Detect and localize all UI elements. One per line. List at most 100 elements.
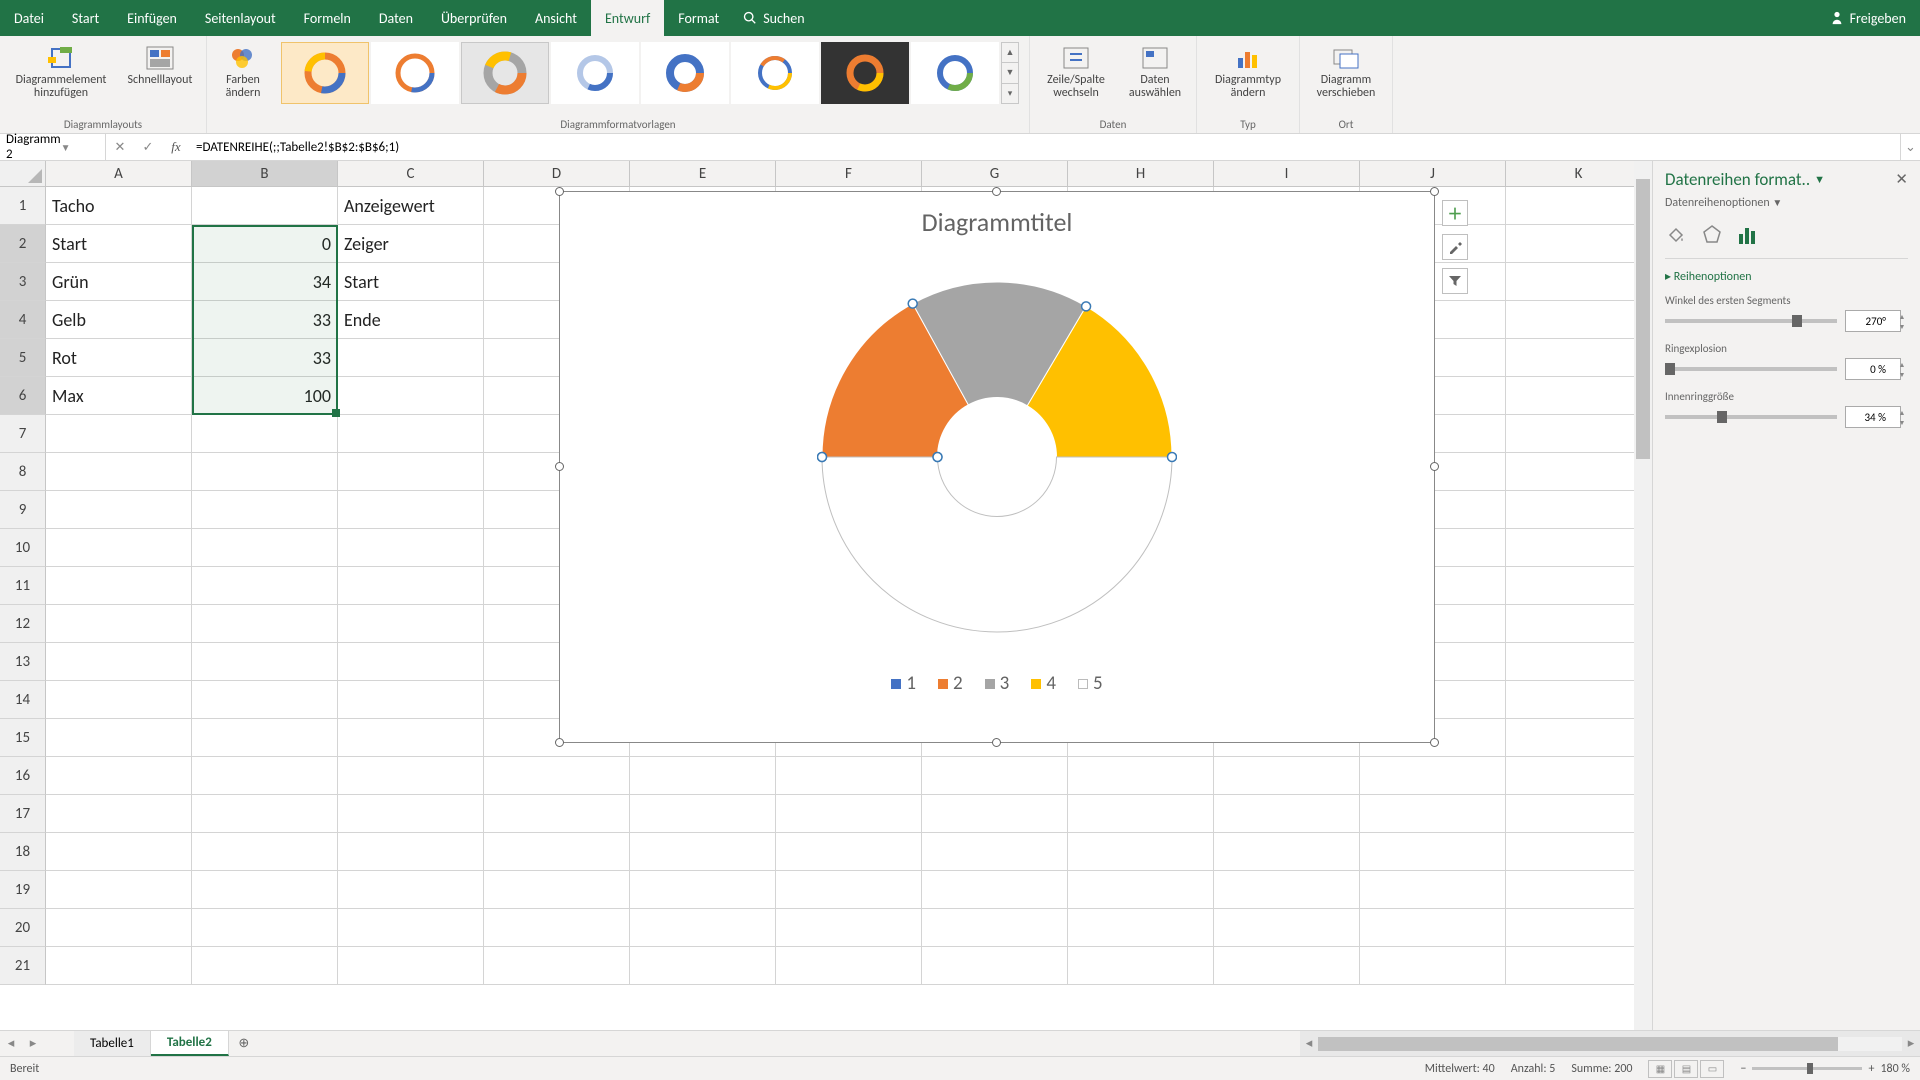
select-data-button[interactable]: Daten auswählen xyxy=(1120,38,1190,110)
cell-A21[interactable] xyxy=(46,947,192,985)
resize-handle[interactable] xyxy=(1430,738,1439,747)
effects-tab[interactable] xyxy=(1701,224,1723,246)
cell-K8[interactable] xyxy=(1506,453,1652,491)
cell-C6[interactable] xyxy=(338,377,484,415)
cell-B16[interactable] xyxy=(192,757,338,795)
add-chart-element-button[interactable]: Diagrammelement hinzufügen xyxy=(6,38,116,110)
cell-B10[interactable] xyxy=(192,529,338,567)
change-chart-type-button[interactable]: Diagrammtyp ändern xyxy=(1203,38,1293,110)
cell-D21[interactable] xyxy=(484,947,630,985)
cell-I20[interactable] xyxy=(1214,909,1360,947)
cell-F20[interactable] xyxy=(776,909,922,947)
cell-K17[interactable] xyxy=(1506,795,1652,833)
fill-line-tab[interactable] xyxy=(1665,224,1687,246)
cell-C15[interactable] xyxy=(338,719,484,757)
enter-formula-button[interactable]: ✓ xyxy=(134,134,162,160)
close-pane-button[interactable]: ✕ xyxy=(1895,170,1908,189)
cell-A17[interactable] xyxy=(46,795,192,833)
sheet-nav-first[interactable]: ◂ xyxy=(0,1031,22,1056)
cell-B12[interactable] xyxy=(192,605,338,643)
cell-I16[interactable] xyxy=(1214,757,1360,795)
cell-A18[interactable] xyxy=(46,833,192,871)
chart-object[interactable]: Diagrammtitel 12345 ＋ xyxy=(559,191,1435,743)
resize-handle[interactable] xyxy=(1430,187,1439,196)
series-options-tab[interactable] xyxy=(1737,224,1759,246)
col-head-A[interactable]: A xyxy=(46,161,192,187)
cell-D18[interactable] xyxy=(484,833,630,871)
worksheet-area[interactable]: ABCDEFGHIJK 1234567891011121314151617181… xyxy=(0,161,1652,1030)
zoom-out-button[interactable]: − xyxy=(1740,1062,1746,1076)
cell-A7[interactable] xyxy=(46,415,192,453)
hole-size-input[interactable] xyxy=(1845,406,1901,428)
row-head-21[interactable]: 21 xyxy=(0,947,46,985)
doughnut-chart[interactable] xyxy=(817,277,1177,637)
row-head-3[interactable]: 3 xyxy=(0,263,46,301)
cell-C8[interactable] xyxy=(338,453,484,491)
switch-row-col-button[interactable]: Zeile/Spalte wechseln xyxy=(1036,38,1116,110)
cell-C10[interactable] xyxy=(338,529,484,567)
cell-J17[interactable] xyxy=(1360,795,1506,833)
cell-B18[interactable] xyxy=(192,833,338,871)
cell-A10[interactable] xyxy=(46,529,192,567)
cell-G18[interactable] xyxy=(922,833,1068,871)
cell-C19[interactable] xyxy=(338,871,484,909)
cell-D19[interactable] xyxy=(484,871,630,909)
cell-D20[interactable] xyxy=(484,909,630,947)
cell-A6[interactable]: Max xyxy=(46,377,192,415)
row-head-17[interactable]: 17 xyxy=(0,795,46,833)
cell-G17[interactable] xyxy=(922,795,1068,833)
cell-I17[interactable] xyxy=(1214,795,1360,833)
series-options-section[interactable]: ▸ Reihenoptionen xyxy=(1665,259,1908,290)
cell-B8[interactable] xyxy=(192,453,338,491)
horizontal-scrollbar[interactable]: ◂▸ xyxy=(1300,1031,1920,1056)
cell-K6[interactable] xyxy=(1506,377,1652,415)
style-thumb-3[interactable] xyxy=(461,42,549,104)
chart-styles-button[interactable] xyxy=(1442,234,1468,260)
cell-F18[interactable] xyxy=(776,833,922,871)
cell-B4[interactable]: 33 xyxy=(192,301,338,339)
cell-K9[interactable] xyxy=(1506,491,1652,529)
row-head-4[interactable]: 4 xyxy=(0,301,46,339)
cell-E20[interactable] xyxy=(630,909,776,947)
row-head-11[interactable]: 11 xyxy=(0,567,46,605)
select-all-corner[interactable] xyxy=(0,161,46,187)
cell-H20[interactable] xyxy=(1068,909,1214,947)
cell-D16[interactable] xyxy=(484,757,630,795)
col-head-J[interactable]: J xyxy=(1360,161,1506,187)
cell-H18[interactable] xyxy=(1068,833,1214,871)
zoom-in-button[interactable]: + xyxy=(1868,1062,1874,1076)
cell-K12[interactable] xyxy=(1506,605,1652,643)
cell-K2[interactable] xyxy=(1506,225,1652,263)
cell-G19[interactable] xyxy=(922,871,1068,909)
cell-K21[interactable] xyxy=(1506,947,1652,985)
row-head-18[interactable]: 18 xyxy=(0,833,46,871)
resize-handle[interactable] xyxy=(992,738,1001,747)
col-head-F[interactable]: F xyxy=(776,161,922,187)
row-head-15[interactable]: 15 xyxy=(0,719,46,757)
cell-C11[interactable] xyxy=(338,567,484,605)
cell-I19[interactable] xyxy=(1214,871,1360,909)
chart-plot-area[interactable] xyxy=(560,242,1434,672)
row-head-1[interactable]: 1 xyxy=(0,187,46,225)
cell-C20[interactable] xyxy=(338,909,484,947)
move-chart-button[interactable]: Diagramm verschieben xyxy=(1306,38,1386,110)
row-head-6[interactable]: 6 xyxy=(0,377,46,415)
cell-B13[interactable] xyxy=(192,643,338,681)
cell-I21[interactable] xyxy=(1214,947,1360,985)
cell-K4[interactable] xyxy=(1506,301,1652,339)
cell-B21[interactable] xyxy=(192,947,338,985)
cell-G16[interactable] xyxy=(922,757,1068,795)
col-head-B[interactable]: B xyxy=(192,161,338,187)
cell-K19[interactable] xyxy=(1506,871,1652,909)
cell-B1[interactable] xyxy=(192,187,338,225)
cell-K11[interactable] xyxy=(1506,567,1652,605)
resize-handle[interactable] xyxy=(555,187,564,196)
cell-K1[interactable] xyxy=(1506,187,1652,225)
cell-H17[interactable] xyxy=(1068,795,1214,833)
row-head-19[interactable]: 19 xyxy=(0,871,46,909)
cell-A11[interactable] xyxy=(46,567,192,605)
angle-slider[interactable] xyxy=(1665,319,1837,323)
cell-I18[interactable] xyxy=(1214,833,1360,871)
cell-A3[interactable]: Grün xyxy=(46,263,192,301)
expand-formula-bar[interactable]: ⌄ xyxy=(1900,134,1920,160)
